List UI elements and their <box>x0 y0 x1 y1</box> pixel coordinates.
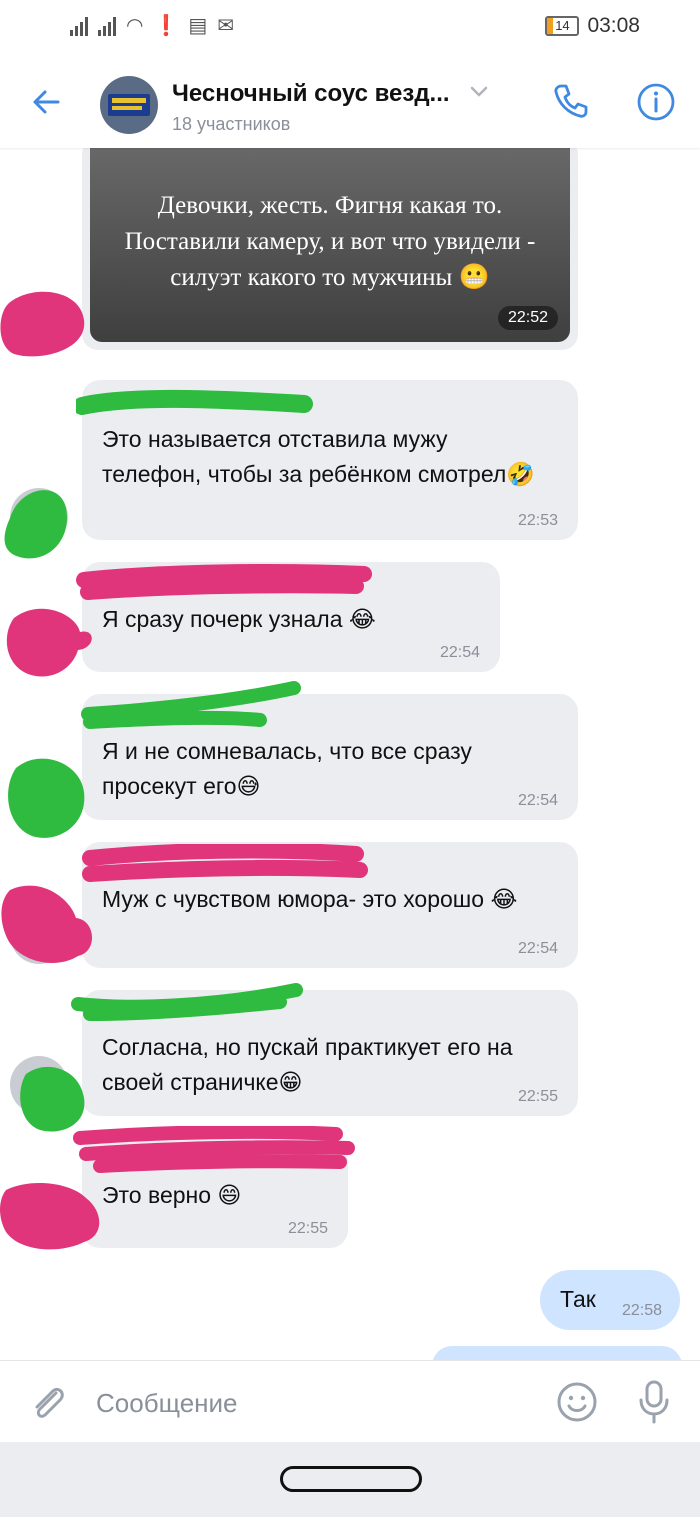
microphone-icon[interactable] <box>636 1379 672 1425</box>
signal-icon <box>98 14 116 36</box>
news-icon: ▤ <box>188 13 208 37</box>
alert-icon: ❗ <box>153 13 179 37</box>
mail-icon: ✉ <box>217 13 235 37</box>
message-text: Согласна, но пускай практикует его на св… <box>102 1034 513 1095</box>
message-text: Муж с чувством юмора- это хорошо 😂 <box>102 886 518 912</box>
status-bar: ◠ ❗ ▤ ✉ 14 03:08 <box>0 0 700 56</box>
system-nav-bar <box>0 1442 700 1517</box>
message-bubble-outgoing[interactable]: Так 22:58 <box>540 1270 680 1330</box>
image-message[interactable]: Девочки, жесть. Фигня какая то. Поставил… <box>82 148 578 350</box>
message-text: Я сразу почерк узнала 😂 <box>102 606 376 632</box>
message-time: 22:54 <box>517 792 558 809</box>
avatar-scribble <box>0 291 85 357</box>
message-time: 22:55 <box>517 1088 558 1105</box>
message-time: 22:54 <box>517 940 558 957</box>
battery-icon: 14 <box>545 16 580 36</box>
sender-avatar[interactable] <box>10 1188 68 1246</box>
chevron-down-icon[interactable] <box>470 86 488 98</box>
message-text: Это верно 😄 <box>102 1182 242 1208</box>
message-time: 22:58 <box>621 1302 662 1319</box>
message-time: 22:52 <box>497 306 558 330</box>
message-time: 22:54 <box>439 644 480 661</box>
back-arrow-icon[interactable] <box>28 84 64 120</box>
message-time: 22:55 <box>287 1220 328 1237</box>
message-bubble[interactable]: Я сразу почерк узнала 😂 22:54 <box>82 562 500 672</box>
signal-icon <box>70 14 88 36</box>
chat-avatar[interactable] <box>100 76 158 134</box>
sender-avatar[interactable] <box>10 906 68 964</box>
sender-avatar[interactable] <box>10 1056 68 1114</box>
message-text: Так <box>560 1286 596 1312</box>
paperclip-icon[interactable] <box>28 1381 68 1423</box>
message-text: Это называется отставила мужу телефон, ч… <box>102 426 535 487</box>
phone-icon[interactable] <box>552 82 590 120</box>
sender-avatar[interactable] <box>10 614 68 672</box>
message-text: Я и не сомневалась, что все сразу просек… <box>102 738 472 799</box>
message-bubble[interactable]: Муж с чувством юмора- это хорошо 😂 22:54 <box>82 842 578 968</box>
emoji-icon[interactable] <box>556 1381 598 1423</box>
message-input[interactable] <box>94 1379 538 1427</box>
message-photo[interactable]: Девочки, жесть. Фигня какая то. Поставил… <box>90 148 570 342</box>
message-bubble[interactable]: Это называется отставила мужу телефон, ч… <box>82 380 578 540</box>
chat-title[interactable]: Чесночный соус везд... <box>172 80 450 108</box>
message-bubble-outgoing[interactable] <box>432 1346 682 1360</box>
message-time: 22:53 <box>517 512 558 529</box>
participants-count: 18 участников <box>172 114 291 134</box>
info-icon[interactable] <box>636 82 676 122</box>
clock: 03:08 <box>587 14 640 37</box>
message-composer <box>0 1360 700 1443</box>
chat-header: Чесночный соус везд... 18 участников <box>0 56 700 148</box>
message-list[interactable]: Девочки, жесть. Фигня какая то. Поставил… <box>0 148 700 1360</box>
home-gesture-handle[interactable] <box>280 1466 422 1492</box>
message-bubble[interactable]: Это верно 😄 22:55 <box>82 1138 348 1248</box>
sender-avatar[interactable] <box>10 488 68 546</box>
message-bubble[interactable]: Я и не сомневалась, что все сразу просек… <box>82 694 578 820</box>
message-bubble[interactable]: Согласна, но пускай практикует его на св… <box>82 990 578 1116</box>
wifi-icon: ◠ <box>126 13 144 37</box>
photo-caption: Девочки, жесть. Фигня какая то. Поставил… <box>124 192 536 291</box>
sender-avatar[interactable] <box>10 768 68 826</box>
